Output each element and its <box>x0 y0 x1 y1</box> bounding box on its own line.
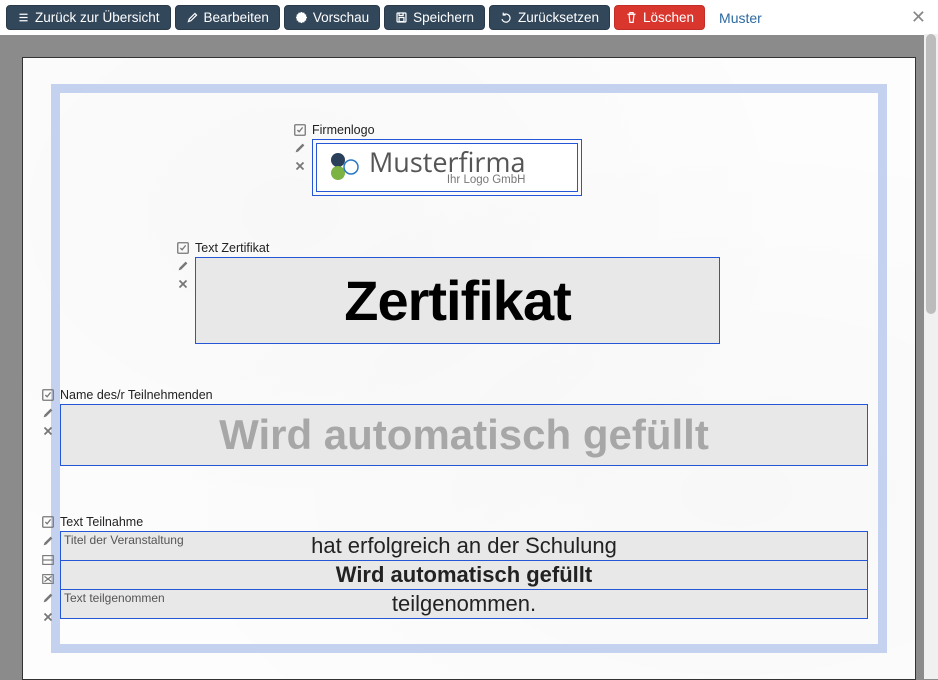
participation-line2-box: Wird automatisch gefüllt <box>60 560 868 590</box>
edit-label: Bearbeiten <box>204 10 269 25</box>
template-name-text: Muster <box>719 10 762 26</box>
editor-stage: Firmenlogo Musterfirma Ihr Logo GmbH <box>0 35 938 680</box>
toolbar: Zurück zur Übersicht Bearbeiten Vorschau… <box>0 0 938 35</box>
delete-label: Löschen <box>643 10 694 25</box>
pencil-icon[interactable] <box>293 141 307 155</box>
participant-value: Wird automatisch gefüllt <box>60 404 868 466</box>
check-icon[interactable] <box>41 388 55 402</box>
check-icon[interactable] <box>293 123 307 137</box>
save-icon <box>395 11 408 24</box>
close-button[interactable]: ✕ <box>905 7 932 28</box>
block-cert-title-label: Text Zertifikat <box>195 241 720 255</box>
reset-label: Zurücksetzen <box>518 10 599 25</box>
certificate-page: Firmenlogo Musterfirma Ihr Logo GmbH <box>22 57 916 680</box>
block-participant[interactable]: Name des/r Teilnehmenden Wird automatisc… <box>60 388 868 466</box>
back-button[interactable]: Zurück zur Übersicht <box>6 5 171 30</box>
participation-line1: hat erfolgreich an der Schulung <box>311 533 617 558</box>
save-label: Speichern <box>413 10 474 25</box>
block-participation-label: Text Teilnahme <box>60 515 868 529</box>
participation-line1-box: Titel der Veranstaltung hat erfolgreich … <box>60 531 868 561</box>
block-participant-label: Name des/r Teilnehmenden <box>60 388 868 402</box>
back-label: Zurück zur Übersicht <box>35 10 160 25</box>
check-icon[interactable] <box>41 515 55 529</box>
delete-button[interactable]: Löschen <box>614 5 705 30</box>
pencil-icon[interactable] <box>176 259 190 273</box>
badge-icon <box>295 11 308 24</box>
block-cert-title[interactable]: Text Zertifikat Zertifikat <box>195 241 720 344</box>
remove-icon[interactable] <box>176 277 190 291</box>
cert-title-text: Zertifikat <box>195 257 720 344</box>
participation-line3: teilgenommen. <box>392 591 536 616</box>
close-icon: ✕ <box>911 7 926 27</box>
edit-button[interactable]: Bearbeiten <box>175 5 280 30</box>
check-icon[interactable] <box>176 241 190 255</box>
layout-x-icon[interactable] <box>41 572 55 586</box>
remove-icon[interactable] <box>293 159 307 173</box>
participation-line2: Wird automatisch gefüllt <box>336 562 592 587</box>
pencil-icon[interactable] <box>41 591 55 605</box>
save-button[interactable]: Speichern <box>384 5 485 30</box>
pencil-icon[interactable] <box>41 406 55 420</box>
scrollbar[interactable] <box>924 34 938 679</box>
remove-icon[interactable] <box>41 610 55 624</box>
block-logo-label: Firmenlogo <box>312 123 612 137</box>
logo-company: Musterfirma <box>369 148 525 175</box>
remove-icon[interactable] <box>41 424 55 438</box>
pencil-icon[interactable] <box>41 534 55 548</box>
pencil-icon <box>186 11 199 24</box>
trash-icon <box>625 11 638 24</box>
block-logo[interactable]: Firmenlogo Musterfirma Ihr Logo GmbH <box>312 123 612 196</box>
logo-image: Musterfirma Ihr Logo GmbH <box>316 143 578 192</box>
logo-graphic <box>327 150 361 184</box>
participation-line3-label: Text teilgenommen <box>64 591 165 605</box>
preview-button[interactable]: Vorschau <box>284 5 380 30</box>
undo-icon <box>500 11 513 24</box>
reset-button[interactable]: Zurücksetzen <box>489 5 610 30</box>
layout-icon[interactable] <box>41 553 55 567</box>
template-name[interactable]: Muster <box>719 10 768 26</box>
block-participation[interactable]: Text Teilnahme Titel der Veranstaltung h… <box>60 515 868 619</box>
preview-label: Vorschau <box>313 10 369 25</box>
list-icon <box>17 11 30 24</box>
participation-line1-label: Titel der Veranstaltung <box>64 533 184 547</box>
scrollbar-thumb[interactable] <box>926 34 936 314</box>
page-border: Firmenlogo Musterfirma Ihr Logo GmbH <box>51 84 887 653</box>
participation-line3-box: Text teilgenommen teilgenommen. <box>60 589 868 619</box>
